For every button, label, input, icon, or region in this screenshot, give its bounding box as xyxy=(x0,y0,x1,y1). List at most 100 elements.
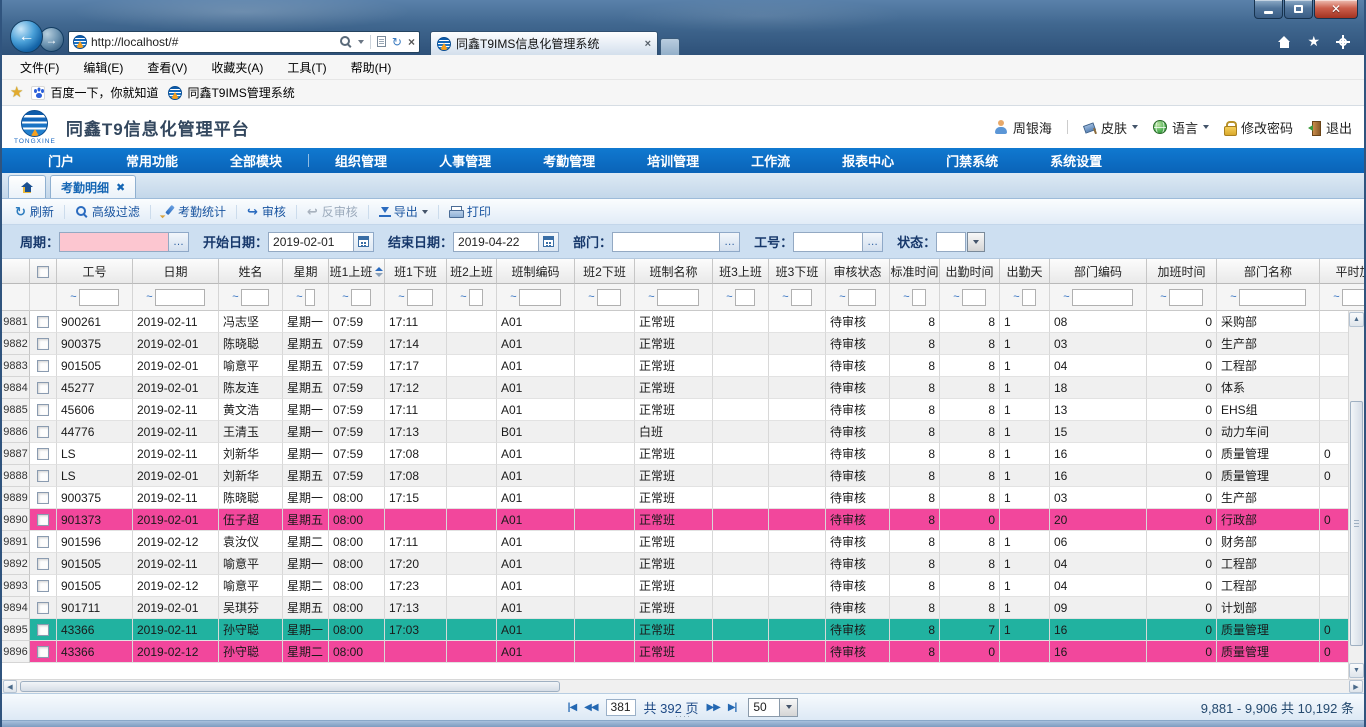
table-row[interactable]: 9886447762019-02-11王清玉星期一07:5917:13B01白班… xyxy=(2,421,1364,443)
column-filter-input[interactable] xyxy=(241,289,269,306)
print-button[interactable]: 打印 xyxy=(446,203,494,220)
column-filter-input[interactable] xyxy=(519,289,561,306)
column-filter-input[interactable] xyxy=(791,289,812,306)
column-header[interactable]: 班2上班 xyxy=(447,259,497,284)
tab-close-icon[interactable]: ✖ xyxy=(116,181,125,194)
table-row[interactable]: 98929015052019-02-11喻意平星期一08:0017:20A01正… xyxy=(2,553,1364,575)
table-row[interactable]: 98819002612019-02-11冯志坚星期一07:5917:11A01正… xyxy=(2,311,1364,333)
row-checkbox[interactable] xyxy=(37,360,49,372)
nav-item[interactable]: 系统设置 xyxy=(1024,148,1128,173)
row-checkbox-cell[interactable] xyxy=(30,509,57,531)
employee-no-input[interactable] xyxy=(793,232,863,252)
logout-button[interactable]: 退出 xyxy=(1308,118,1352,137)
row-checkbox[interactable] xyxy=(37,536,49,548)
select-all-header[interactable] xyxy=(30,259,57,284)
new-tab-button[interactable] xyxy=(660,38,680,55)
current-user[interactable]: 周银海 xyxy=(994,118,1052,137)
menu-item[interactable]: 收藏夹(A) xyxy=(199,55,275,79)
select-all-checkbox[interactable] xyxy=(37,266,49,278)
skin-menu[interactable]: 皮肤 xyxy=(1083,118,1138,137)
row-checkbox-cell[interactable] xyxy=(30,421,57,443)
row-checkbox[interactable] xyxy=(37,602,49,614)
close-button[interactable]: ✕ xyxy=(1314,0,1358,19)
change-password-button[interactable]: 修改密码 xyxy=(1224,118,1293,137)
row-checkbox[interactable] xyxy=(37,492,49,504)
browser-tab[interactable]: 同鑫T9IMS信息化管理系统 × xyxy=(430,31,658,55)
row-checkbox[interactable] xyxy=(37,338,49,350)
page-size-select[interactable]: 50 xyxy=(748,698,798,717)
start-date-calendar-button[interactable] xyxy=(354,232,374,252)
column-filter-input[interactable] xyxy=(597,289,621,306)
column-header[interactable]: 班3下班 xyxy=(769,259,826,284)
column-header[interactable]: 星期 xyxy=(283,259,329,284)
row-checkbox-cell[interactable] xyxy=(30,487,57,509)
tab-close-icon[interactable]: × xyxy=(645,38,651,50)
nav-item[interactable]: 常用功能 xyxy=(100,148,204,173)
column-header[interactable]: 标准时间 xyxy=(890,259,940,284)
table-row[interactable]: 98839015052019-02-01喻意平星期五07:5917:17A01正… xyxy=(2,355,1364,377)
column-header[interactable]: 出勤时间 xyxy=(940,259,1000,284)
home-icon[interactable] xyxy=(1278,36,1291,48)
refresh-page-icon[interactable]: ↻ xyxy=(392,36,402,48)
language-menu[interactable]: 语言 xyxy=(1153,118,1209,137)
start-date-input[interactable] xyxy=(268,232,354,252)
forward-button[interactable]: → xyxy=(39,27,64,52)
column-filter-input[interactable] xyxy=(657,289,699,306)
column-header[interactable]: 班1上班 xyxy=(329,259,385,284)
scroll-left-arrow[interactable]: ◀ xyxy=(3,680,17,693)
menu-item[interactable]: 文件(F) xyxy=(8,55,71,79)
column-header[interactable]: 班3上班 xyxy=(713,259,769,284)
table-row[interactable]: 98949017112019-02-01吴琪芬星期五08:0017:13A01正… xyxy=(2,597,1364,619)
column-filter-input[interactable] xyxy=(912,289,926,306)
period-input[interactable] xyxy=(59,232,169,252)
column-filter-input[interactable] xyxy=(1239,289,1306,306)
search-icon[interactable] xyxy=(339,35,352,48)
nav-item[interactable]: 考勤管理 xyxy=(517,148,621,173)
add-favorite-icon[interactable]: ★ xyxy=(10,85,23,100)
minimize-button[interactable] xyxy=(1254,0,1283,19)
column-header[interactable]: 出勤天 xyxy=(1000,259,1050,284)
table-row[interactable]: 98829003752019-02-01陈晓聪星期五07:5917:14A01正… xyxy=(2,333,1364,355)
department-picker-button[interactable]: … xyxy=(720,232,740,252)
attendance-stats-button[interactable]: 考勤统计 xyxy=(158,203,229,220)
table-row[interactable]: 9884452772019-02-01陈友连星期五07:5917:12A01正常… xyxy=(2,377,1364,399)
url-text[interactable]: http://localhost/# xyxy=(91,35,335,49)
row-checkbox[interactable] xyxy=(37,580,49,592)
row-checkbox[interactable] xyxy=(37,514,49,526)
column-filter-input[interactable] xyxy=(962,289,986,306)
column-filter-input[interactable] xyxy=(848,289,876,306)
row-checkbox[interactable] xyxy=(37,624,49,636)
table-row[interactable]: 98919015962019-02-12袁汝仪星期二08:0017:11A01正… xyxy=(2,531,1364,553)
table-row[interactable]: 9896433662019-02-12孙守聪星期二08:00A01正常班待审核8… xyxy=(2,641,1364,663)
search-dropdown-icon[interactable] xyxy=(358,40,364,44)
row-checkbox-cell[interactable] xyxy=(30,641,57,663)
table-row[interactable]: 9885456062019-02-11黄文浩星期一07:5917:11A01正常… xyxy=(2,399,1364,421)
column-filter-input[interactable] xyxy=(1022,289,1036,306)
column-filter-input[interactable] xyxy=(469,289,483,306)
status-select[interactable] xyxy=(936,232,985,252)
table-row[interactable]: 98909013732019-02-01伍子超星期五08:00A01正常班待审核… xyxy=(2,509,1364,531)
column-header[interactable]: 部门编码 xyxy=(1050,259,1147,284)
row-checkbox[interactable] xyxy=(37,448,49,460)
column-filter-input[interactable] xyxy=(1342,289,1364,306)
nav-item[interactable]: 门禁系统 xyxy=(920,148,1024,173)
row-checkbox-cell[interactable] xyxy=(30,553,57,575)
nav-item[interactable]: 培训管理 xyxy=(621,148,725,173)
column-filter-input[interactable] xyxy=(407,289,433,306)
row-checkbox[interactable] xyxy=(37,426,49,438)
row-checkbox-cell[interactable] xyxy=(30,531,57,553)
row-checkbox-cell[interactable] xyxy=(30,465,57,487)
row-checkbox-cell[interactable] xyxy=(30,575,57,597)
horizontal-scroll-thumb[interactable] xyxy=(20,681,560,692)
table-row[interactable]: 9888LS2019-02-01刘新华星期五07:5917:08A01正常班待审… xyxy=(2,465,1364,487)
back-button[interactable]: ← xyxy=(10,20,43,53)
favorites-item[interactable]: 百度一下，你就知道 xyxy=(31,84,158,101)
status-select-dropdown[interactable] xyxy=(967,232,985,252)
gear-icon[interactable] xyxy=(1336,35,1350,49)
window-titlebar[interactable]: ✕ xyxy=(2,0,1364,28)
row-checkbox-cell[interactable] xyxy=(30,311,57,333)
nav-item[interactable]: 人事管理 xyxy=(413,148,517,173)
vertical-scrollbar[interactable]: ▲ ▼ xyxy=(1348,311,1364,679)
scroll-up-arrow[interactable]: ▲ xyxy=(1349,312,1364,327)
last-page-button[interactable]: ▶| xyxy=(728,702,737,713)
